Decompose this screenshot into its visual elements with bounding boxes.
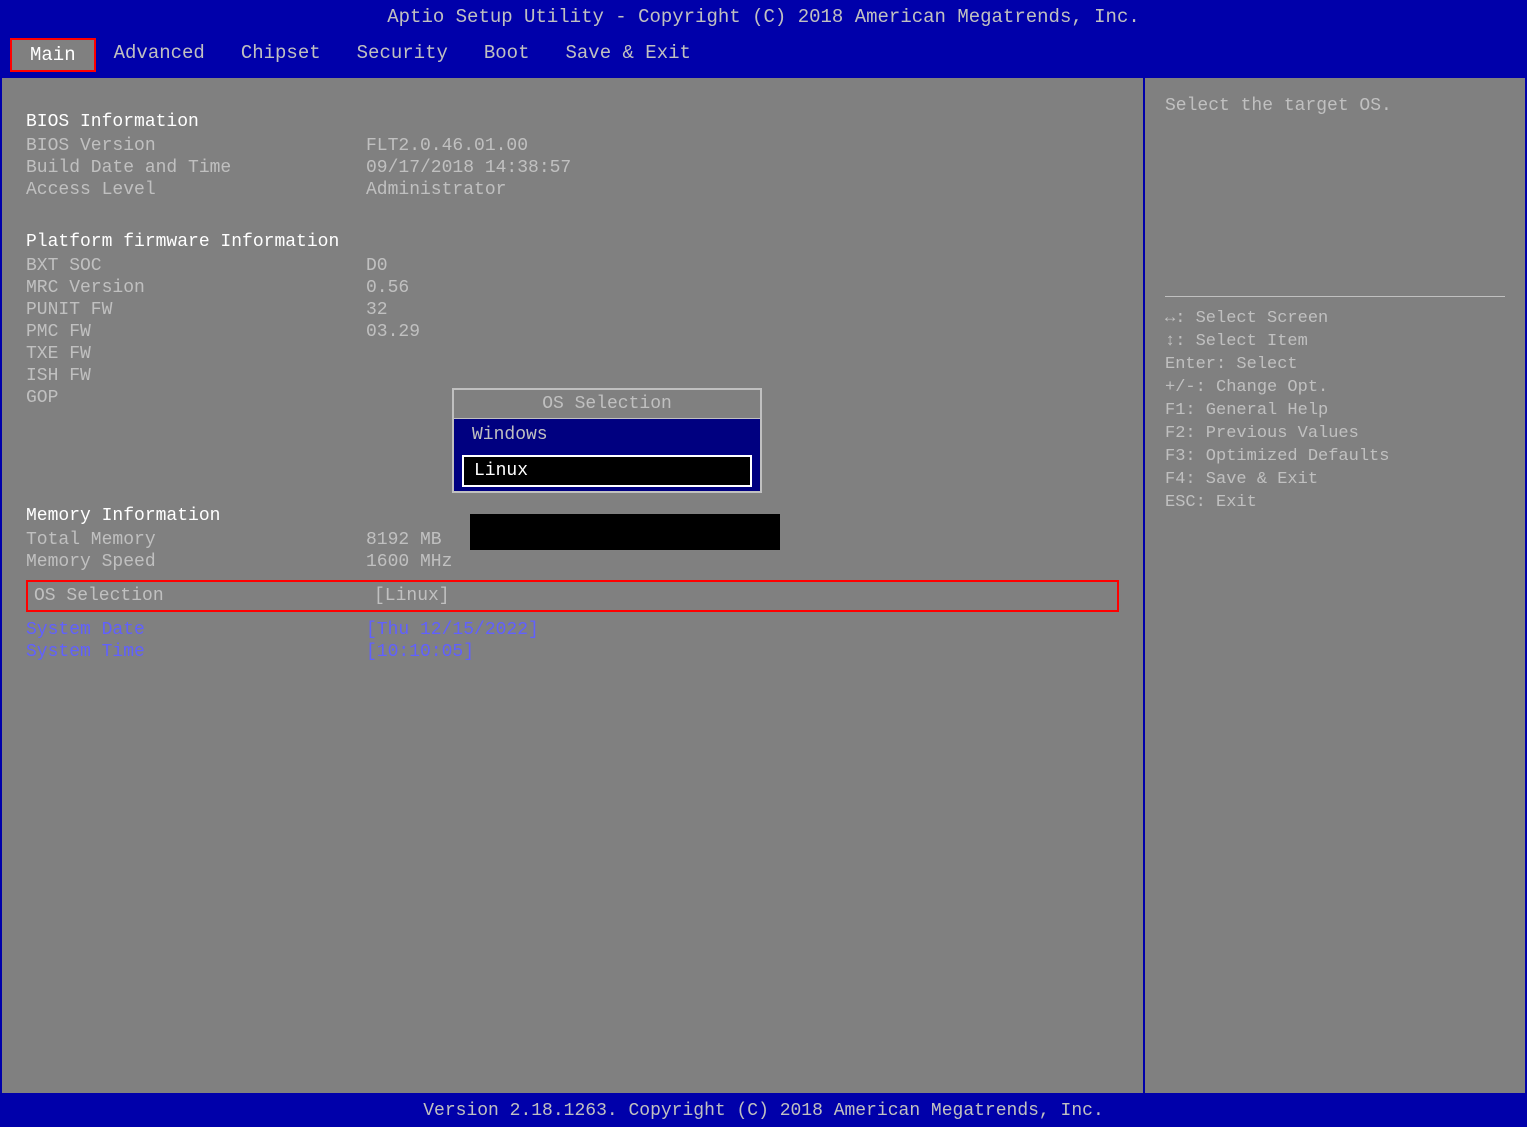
txe-fw-row: TXE FW xyxy=(26,344,1119,364)
pmc-fw-row: PMC FW 03.29 xyxy=(26,322,1119,342)
menu-item-advanced[interactable]: Advanced xyxy=(96,38,223,72)
bios-version-row: BIOS Version FLT2.0.46.01.00 xyxy=(26,136,1119,156)
bxt-soc-row: BXT SOC D0 xyxy=(26,256,1119,276)
access-level-row: Access Level Administrator xyxy=(26,180,1119,200)
pmc-fw-label: PMC FW xyxy=(26,322,366,342)
key-help-f3: F3: Optimized Defaults xyxy=(1165,447,1505,466)
key-help-esc: ESC: Exit xyxy=(1165,493,1505,512)
title-text: Aptio Setup Utility - Copyright (C) 2018… xyxy=(387,6,1140,28)
key-help-f2: F2: Previous Values xyxy=(1165,424,1505,443)
key-help-f4: F4: Save & Exit xyxy=(1165,470,1505,489)
build-date-row: Build Date and Time 09/17/2018 14:38:57 xyxy=(26,158,1119,178)
os-selection-label: OS Selection xyxy=(34,586,374,606)
bxt-soc-label: BXT SOC xyxy=(26,256,366,276)
pmc-fw-value: 03.29 xyxy=(366,322,420,342)
build-date-label: Build Date and Time xyxy=(26,158,366,178)
menu-item-chipset[interactable]: Chipset xyxy=(223,38,339,72)
menu-item-boot[interactable]: Boot xyxy=(466,38,548,72)
mrc-version-row: MRC Version 0.56 xyxy=(26,278,1119,298)
key-help-select-item: ↕: Select Item xyxy=(1165,332,1505,351)
ish-fw-label: ISH FW xyxy=(26,366,366,386)
memory-speed-label: Memory Speed xyxy=(26,552,366,572)
title-bar: Aptio Setup Utility - Copyright (C) 2018… xyxy=(0,0,1527,34)
os-selection-popup: OS Selection Windows Linux xyxy=(452,388,762,493)
gop-label: GOP xyxy=(26,388,366,408)
memory-speed-value: 1600 MHz xyxy=(366,552,452,572)
key-help-enter: Enter: Select xyxy=(1165,355,1505,374)
help-divider xyxy=(1165,296,1505,297)
key-help-select-screen: ↔: Select Screen xyxy=(1165,309,1505,328)
os-popup-title: OS Selection xyxy=(454,390,760,419)
mrc-version-label: MRC Version xyxy=(26,278,366,298)
build-date-value: 09/17/2018 14:38:57 xyxy=(366,158,571,178)
help-text: Select the target OS. xyxy=(1165,96,1505,116)
total-memory-label: Total Memory xyxy=(26,530,366,550)
punit-fw-row: PUNIT FW 32 xyxy=(26,300,1119,320)
os-option-linux[interactable]: Linux xyxy=(462,455,752,487)
total-memory-value: 8192 MB xyxy=(366,530,442,550)
footer-text: Version 2.18.1263. Copyright (C) 2018 Am… xyxy=(423,1101,1104,1121)
memory-speed-row: Memory Speed 1600 MHz xyxy=(26,552,1119,572)
bios-version-label: BIOS Version xyxy=(26,136,366,156)
menu-item-save-exit[interactable]: Save & Exit xyxy=(547,38,708,72)
access-level-value: Administrator xyxy=(366,180,506,200)
ish-fw-row: ISH FW xyxy=(26,366,1119,386)
bxt-soc-value: D0 xyxy=(366,256,388,276)
system-time-row[interactable]: System Time [10:10:05] xyxy=(26,642,1119,662)
txe-fw-label: TXE FW xyxy=(26,344,366,364)
bios-info-header: BIOS Information xyxy=(26,112,1119,132)
main-content: BIOS Information BIOS Version FLT2.0.46.… xyxy=(0,76,1527,1095)
mrc-version-value: 0.56 xyxy=(366,278,409,298)
key-help-f1: F1: General Help xyxy=(1165,401,1505,420)
menu-bar: Main Advanced Chipset Security Boot Save… xyxy=(0,34,1527,76)
menu-item-main[interactable]: Main xyxy=(10,38,96,72)
punit-fw-label: PUNIT FW xyxy=(26,300,366,320)
system-time-label: System Time xyxy=(26,642,366,662)
os-option-windows[interactable]: Windows xyxy=(454,419,760,451)
system-date-value: [Thu 12/15/2022] xyxy=(366,620,539,640)
footer: Version 2.18.1263. Copyright (C) 2018 Am… xyxy=(0,1095,1527,1127)
bios-version-value: FLT2.0.46.01.00 xyxy=(366,136,528,156)
system-date-row[interactable]: System Date [Thu 12/15/2022] xyxy=(26,620,1119,640)
system-time-value: [10:10:05] xyxy=(366,642,474,662)
right-panel: Select the target OS. ↔: Select Screen ↕… xyxy=(1145,78,1525,1093)
access-level-label: Access Level xyxy=(26,180,366,200)
punit-fw-value: 32 xyxy=(366,300,388,320)
menu-item-security[interactable]: Security xyxy=(339,38,466,72)
os-selection-row[interactable]: OS Selection [Linux] xyxy=(26,580,1119,612)
os-selection-value: [Linux] xyxy=(374,586,450,606)
platform-header: Platform firmware Information xyxy=(26,232,1119,252)
left-panel: BIOS Information BIOS Version FLT2.0.46.… xyxy=(2,78,1145,1093)
os-popup-shadow xyxy=(470,514,780,550)
key-help-change-opt: +/-: Change Opt. xyxy=(1165,378,1505,397)
system-date-label: System Date xyxy=(26,620,366,640)
